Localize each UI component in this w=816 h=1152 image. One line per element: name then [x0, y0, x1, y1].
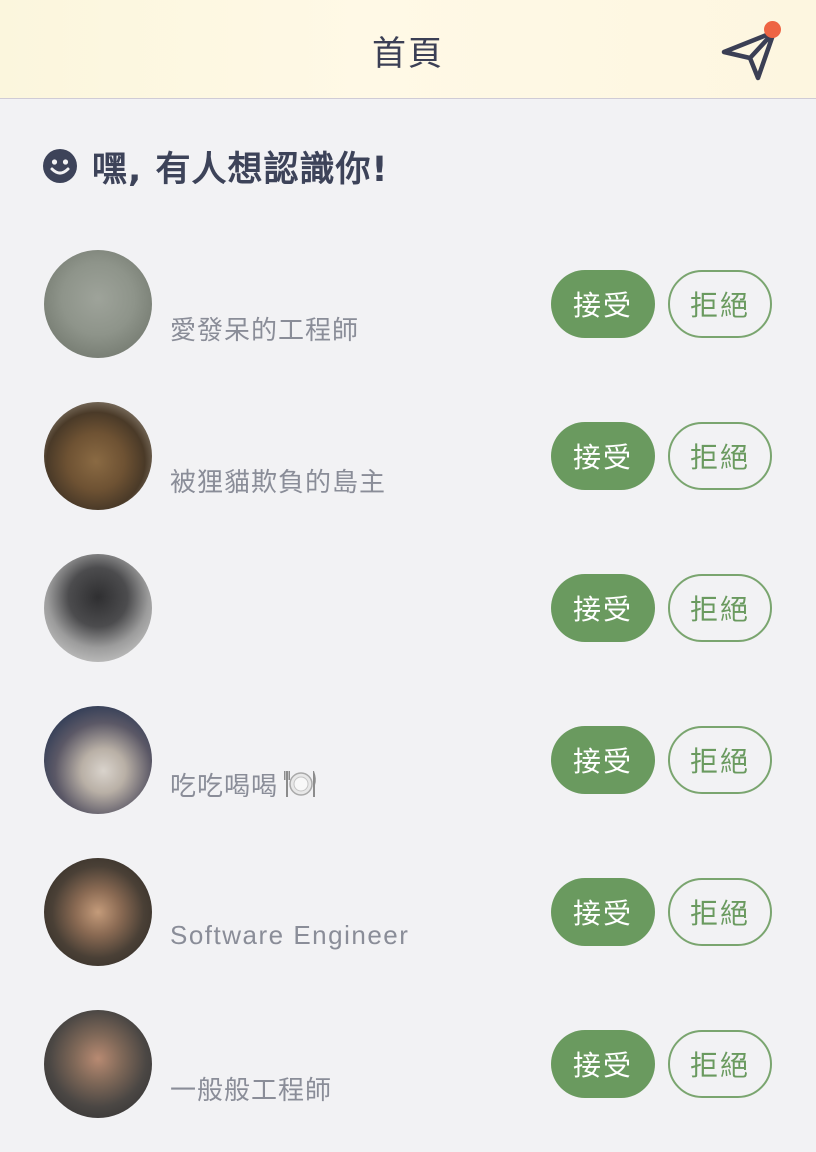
accept-button[interactable]: 接受 [551, 1030, 655, 1098]
avatar[interactable] [44, 402, 152, 510]
reject-button[interactable]: 拒絕 [668, 270, 772, 338]
avatar[interactable] [44, 706, 152, 814]
friend-request-row: 被狸貓欺負的島主 接受 拒絕 [0, 402, 816, 514]
request-name: 被狸貓欺負的島主 [170, 468, 387, 498]
friend-request-row: 一般般工程師 接受 拒絕 [0, 1010, 816, 1122]
reject-button[interactable]: 拒絕 [668, 1030, 772, 1098]
smile-icon [43, 149, 77, 183]
friend-request-row: Software Engineer 接受 拒絕 [0, 858, 816, 970]
accept-button[interactable]: 接受 [551, 726, 655, 794]
request-name: 吃吃喝喝 [170, 772, 279, 802]
accept-button[interactable]: 接受 [551, 574, 655, 642]
friend-request-row: 愛發呆的工程師 接受 拒絕 [0, 250, 816, 362]
section-header: 嘿, 有人想認識你! [42, 142, 388, 190]
reject-button[interactable]: 拒絕 [668, 574, 772, 642]
notification-badge [764, 21, 781, 38]
request-name-wrapper: 吃吃喝喝 [170, 766, 318, 803]
avatar[interactable] [44, 1010, 152, 1118]
send-button[interactable] [714, 18, 788, 86]
reject-button[interactable]: 拒絕 [668, 726, 772, 794]
avatar[interactable] [44, 858, 152, 966]
avatar[interactable] [44, 554, 152, 662]
request-name: Software Engineer [170, 920, 410, 950]
top-nav-bar: 首頁 [0, 0, 816, 99]
avatar[interactable] [44, 250, 152, 358]
page-title: 首頁 [372, 34, 444, 74]
request-name: 一般般工程師 [170, 1076, 333, 1106]
section-title: 嘿, 有人想認識你! [92, 149, 389, 190]
request-name: 愛發呆的工程師 [170, 316, 360, 346]
fork-knife-plate-icon [284, 771, 316, 797]
accept-button[interactable]: 接受 [551, 270, 655, 338]
accept-button[interactable]: 接受 [551, 878, 655, 946]
accept-button[interactable]: 接受 [551, 422, 655, 490]
friend-request-row: 吃吃喝喝 接受 拒絕 [0, 706, 816, 818]
reject-button[interactable]: 拒絕 [668, 422, 772, 490]
reject-button[interactable]: 拒絕 [668, 878, 772, 946]
friend-request-row: 接受 拒絕 [0, 554, 816, 666]
